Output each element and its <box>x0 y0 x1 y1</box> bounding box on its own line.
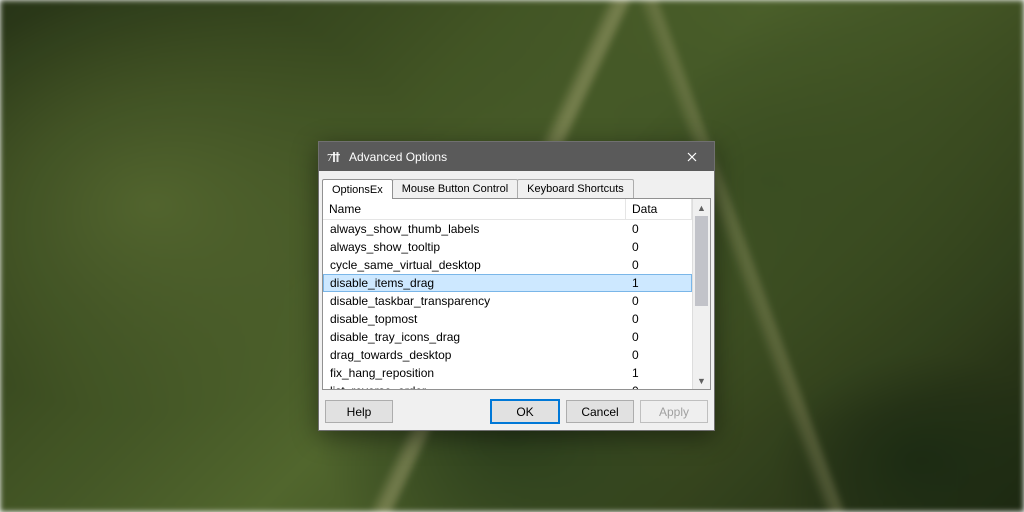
option-row[interactable]: fix_hang_reposition1 <box>323 364 692 382</box>
option-row[interactable]: cycle_same_virtual_desktop0 <box>323 256 692 274</box>
option-row[interactable]: drag_towards_desktop0 <box>323 346 692 364</box>
tab-keyboard-shortcuts[interactable]: Keyboard Shortcuts <box>517 179 634 198</box>
option-name: disable_tray_icons_drag <box>324 329 626 345</box>
scroll-up-button[interactable]: ▲ <box>693 199 710 216</box>
option-value: 0 <box>626 239 691 255</box>
option-value: 0 <box>626 329 691 345</box>
tab-mouse-button-control[interactable]: Mouse Button Control <box>392 179 518 198</box>
option-row[interactable]: disable_taskbar_transparency0 <box>323 292 692 310</box>
option-row[interactable]: disable_tray_icons_drag0 <box>323 328 692 346</box>
option-name: fix_hang_reposition <box>324 365 626 381</box>
column-name[interactable]: Name <box>323 199 626 219</box>
vertical-scrollbar[interactable]: ▲ ▼ <box>692 199 710 389</box>
list-header[interactable]: Name Data <box>323 199 692 220</box>
option-value: 0 <box>626 347 691 363</box>
option-name: always_show_thumb_labels <box>324 221 626 237</box>
option-value: 1 <box>626 275 691 291</box>
chevron-up-icon: ▲ <box>697 203 706 213</box>
window-title: Advanced Options <box>349 150 670 164</box>
option-row[interactable]: disable_topmost0 <box>323 310 692 328</box>
option-row[interactable]: list_reverse_order0 <box>323 382 692 389</box>
scroll-down-button[interactable]: ▼ <box>693 372 710 389</box>
option-value: 1 <box>626 365 691 381</box>
option-row[interactable]: disable_items_drag1 <box>323 274 692 292</box>
option-row[interactable]: always_show_tooltip0 <box>323 238 692 256</box>
option-value: 0 <box>626 383 691 389</box>
option-value: 0 <box>626 257 691 273</box>
option-name: always_show_tooltip <box>324 239 626 255</box>
option-name: disable_items_drag <box>324 275 626 291</box>
advanced-options-dialog: 7 Advanced Options OptionsExMouse Button… <box>318 141 715 431</box>
column-data[interactable]: Data <box>626 199 692 219</box>
option-name: cycle_same_virtual_desktop <box>324 257 626 273</box>
app-icon: 7 <box>327 149 343 165</box>
option-value: 0 <box>626 311 691 327</box>
tab-strip: OptionsExMouse Button ControlKeyboard Sh… <box>319 171 714 198</box>
close-icon <box>687 149 697 165</box>
option-value: 0 <box>626 293 691 309</box>
chevron-down-icon: ▼ <box>697 376 706 386</box>
ok-button[interactable]: OK <box>490 399 560 424</box>
option-name: disable_taskbar_transparency <box>324 293 626 309</box>
option-value: 0 <box>626 221 691 237</box>
apply-button[interactable]: Apply <box>640 400 708 423</box>
close-button[interactable] <box>670 142 714 171</box>
option-name: drag_towards_desktop <box>324 347 626 363</box>
titlebar[interactable]: 7 Advanced Options <box>319 142 714 171</box>
option-row[interactable]: always_show_thumb_labels0 <box>323 220 692 238</box>
options-list[interactable]: Name Data always_show_thumb_labels0alway… <box>323 199 692 389</box>
tab-optionsex[interactable]: OptionsEx <box>322 179 393 199</box>
dialog-button-row: Help OK Cancel Apply <box>319 393 714 430</box>
option-name: disable_topmost <box>324 311 626 327</box>
option-name: list_reverse_order <box>324 383 626 389</box>
svg-text:7: 7 <box>327 152 333 164</box>
scroll-thumb[interactable] <box>695 216 708 306</box>
help-button[interactable]: Help <box>325 400 393 423</box>
optionsex-panel: Name Data always_show_thumb_labels0alway… <box>322 198 711 390</box>
cancel-button[interactable]: Cancel <box>566 400 634 423</box>
